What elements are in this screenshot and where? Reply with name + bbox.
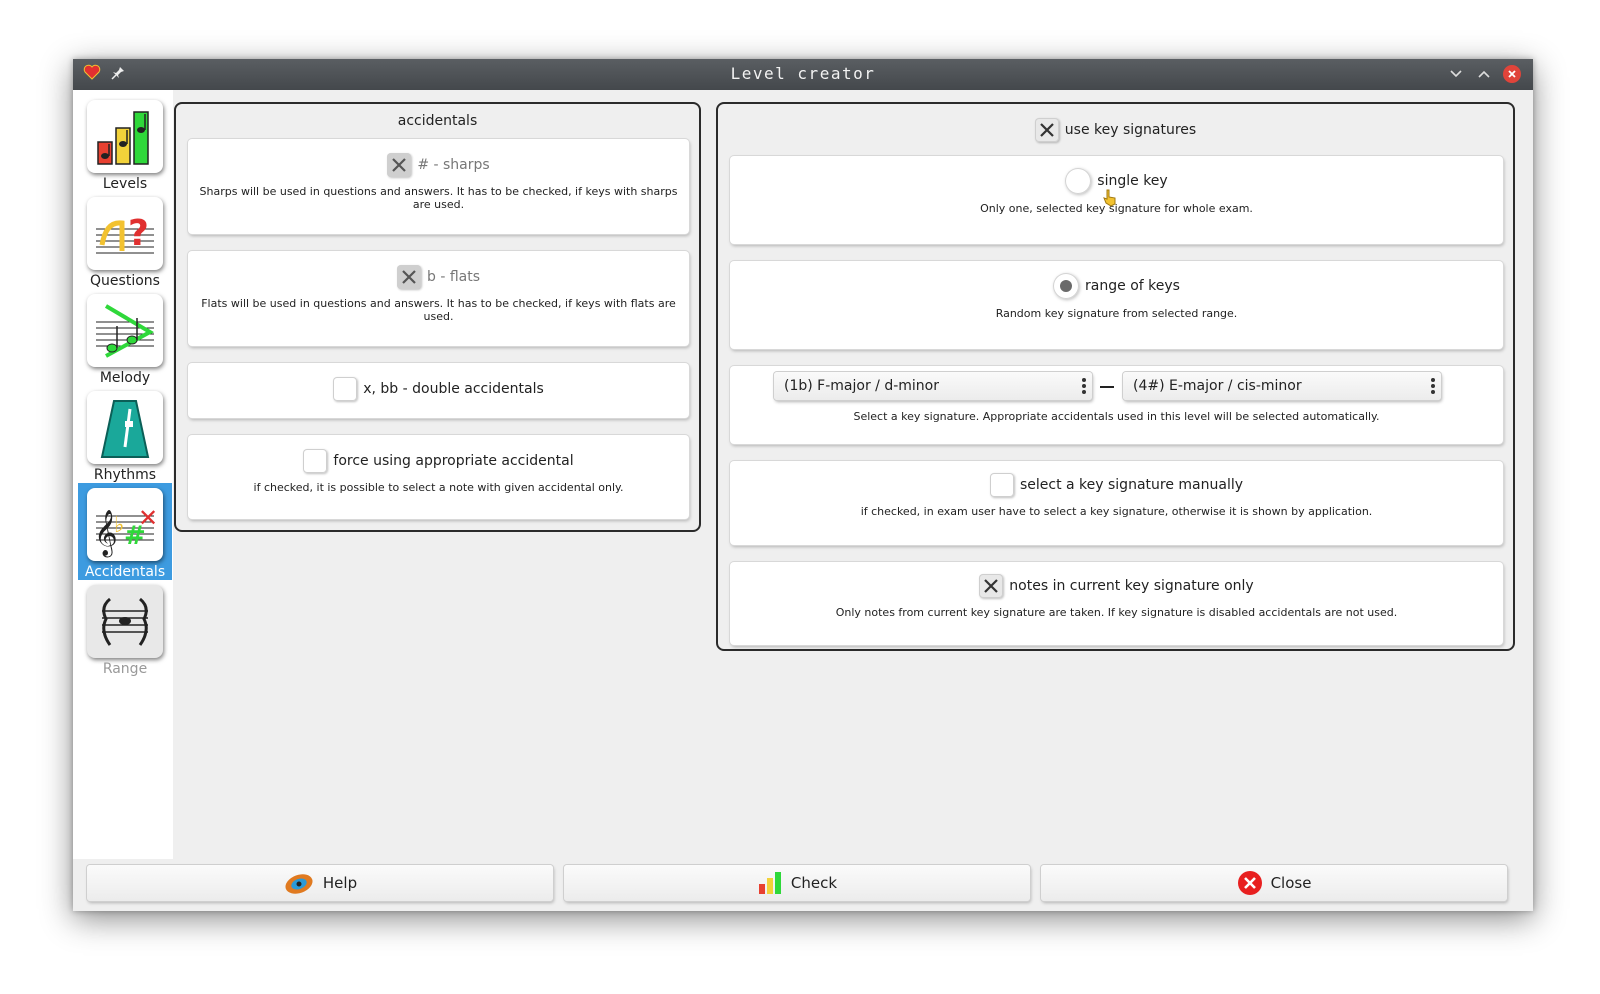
maximize-button[interactable] [1475,65,1493,83]
bottom-button-bar: Help Check Close [73,859,1533,911]
questions-icon: ? [87,197,163,270]
check-label: Check [790,874,838,892]
force-accidental-label: force using appropriate accidental [333,453,574,469]
sidebar-item-rhythms[interactable]: Rhythms [78,386,172,483]
sidebar-item-label: Accidentals [84,564,166,580]
flats-card: b - flats Flats will be used in question… [188,251,689,346]
key-range-card: (1b) F-major / d-minor (4#) E-major / ci… [730,366,1503,444]
range-of-keys-label: range of keys [1085,278,1180,294]
help-icon [285,874,313,894]
flats-label: b - flats [426,269,481,285]
single-key-label: single key [1097,173,1168,189]
sidebar-item-label: Rhythms [93,467,157,483]
svg-text:♭: ♭ [114,513,124,538]
sidebar-item-range[interactable]: Range [78,580,172,677]
minimize-button[interactable] [1447,65,1465,83]
svg-text:✕: ✕ [138,504,158,532]
close-button[interactable]: Close [1041,865,1507,901]
manual-key-description: if checked, in exam user have to select … [860,505,1373,518]
sidebar-item-questions[interactable]: ? Questions [78,192,172,289]
x-mark-icon [392,158,407,172]
accidentals-group: accidentals # - sharps Sharps will be us… [174,102,701,532]
double-accidentals-checkbox[interactable] [333,377,358,401]
key-range-description: Select a key signature. Appropriate acci… [853,410,1380,423]
close-circle-icon [1237,871,1262,895]
menu-dots-icon [1082,378,1086,394]
manual-key-card: select a key signature manually if check… [730,461,1503,545]
current-key-only-checkbox[interactable] [979,574,1004,598]
key-from-combo[interactable]: (1b) F-major / d-minor [774,372,1092,400]
sidebar-item-label: Melody [99,370,151,386]
help-button[interactable]: Help [87,865,553,901]
flats-checkbox[interactable] [396,265,421,289]
current-key-only-description: Only notes from current key signature ar… [835,606,1398,619]
sidebar-item-label: Questions [90,273,160,289]
single-key-radio[interactable] [1065,168,1092,194]
sharps-description: Sharps will be used in questions and ans… [199,185,678,211]
current-key-only-label: notes in current key signature only [1009,578,1254,594]
sidebar-item-melody[interactable]: Melody [78,289,172,386]
accidentals-icon: 𝄞 ♭ # ✕ [87,488,163,561]
double-accidentals-label: x, bb - double accidentals [363,381,544,397]
levels-icon [87,100,163,173]
sharps-label: # - sharps [417,157,490,173]
sharps-card: # - sharps Sharps will be used in questi… [188,139,689,234]
level-creator-window: Level creator Levels ? Questions Melody … [73,59,1533,911]
key-to-combo[interactable]: (4#) E-major / cis-minor [1123,372,1441,400]
check-button[interactable]: Check [564,865,1030,901]
force-accidental-checkbox[interactable] [303,449,328,473]
window-title: Level creator [730,64,876,83]
check-levels-icon [758,872,781,894]
flats-description: Flats will be used in questions and answ… [201,297,676,323]
sharps-checkbox[interactable] [387,153,412,177]
chevron-up-icon [1478,70,1490,78]
window-close-button[interactable] [1503,65,1521,83]
help-label: Help [322,874,358,892]
sidebar-item-accidentals[interactable]: 𝄞 ♭ # ✕ Accidentals [78,483,172,580]
manual-key-label: select a key signature manually [1019,477,1244,493]
range-dash [1100,386,1114,388]
sidebar-item-label: Levels [102,176,148,192]
range-of-keys-radio[interactable] [1053,273,1080,299]
force-accidental-card: force using appropriate accidental if ch… [188,435,689,519]
key-from-value: (1b) F-major / d-minor [784,378,939,394]
menu-dots-icon [1431,378,1435,394]
range-icon [87,585,163,658]
range-of-keys-description: Random key signature from selected range… [995,307,1238,320]
metronome-icon [87,391,163,464]
chevron-down-icon [1450,70,1462,78]
melody-icon [87,294,163,367]
force-accidental-description: if checked, it is possible to select a n… [253,481,624,494]
group-title: accidentals [397,113,478,129]
double-accidentals-card: x, bb - double accidentals [188,363,689,418]
range-of-keys-card: range of keys Random key signature from … [730,261,1503,349]
sidebar-item-label: Range [102,661,148,677]
key-to-value: (4#) E-major / cis-minor [1133,378,1302,394]
key-signatures-group: use key signatures single key Only one, … [716,102,1515,651]
x-mark-icon [1040,123,1054,137]
use-key-signatures-label: use key signatures [1064,122,1197,138]
current-key-only-card: notes in current key signature only Only… [730,562,1503,645]
close-icon [1508,70,1516,78]
manual-key-checkbox[interactable] [989,473,1014,497]
sidebar-item-levels[interactable]: Levels [78,95,172,192]
x-mark-icon [402,270,416,284]
use-key-signatures-checkbox[interactable] [1034,118,1059,142]
svg-text:?: ? [128,213,149,254]
x-mark-icon [984,579,999,593]
title-bar: Level creator [73,59,1533,90]
hand-cursor-icon [1103,189,1117,211]
close-label: Close [1270,874,1312,892]
sidebar: Levels ? Questions Melody Rhythms 𝄞 ♭ # … [73,90,173,867]
